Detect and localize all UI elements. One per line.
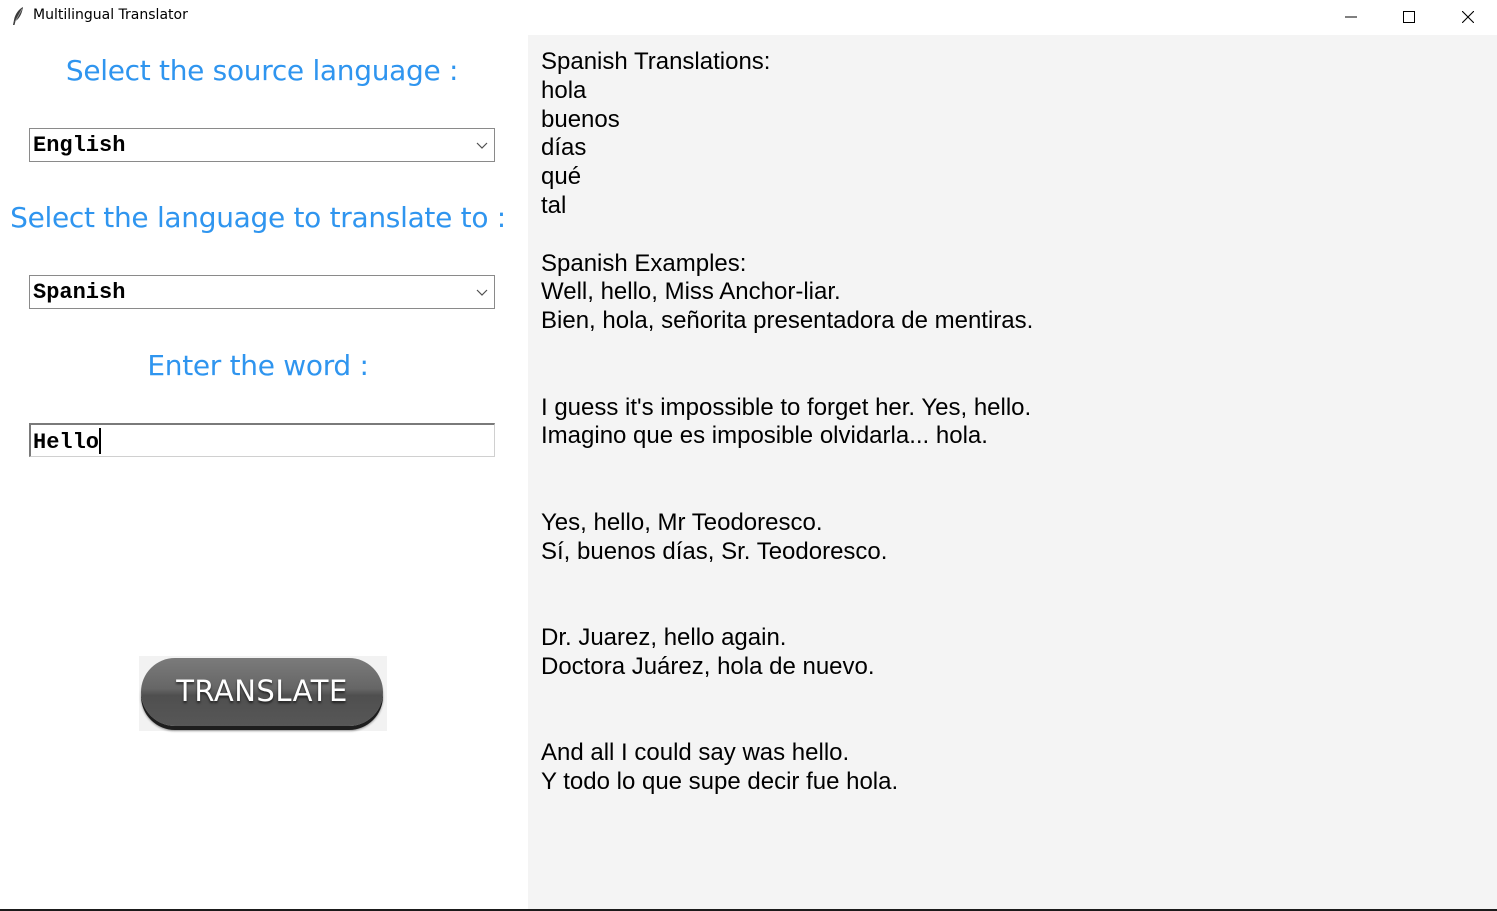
word-input-value: Hello	[33, 428, 102, 455]
source-language-select[interactable]: English	[29, 128, 495, 162]
close-icon	[1462, 10, 1474, 23]
word-input[interactable]: Hello	[29, 423, 495, 457]
chevron-down-icon[interactable]	[476, 140, 488, 150]
target-language-label: Select the language to translate to :	[10, 201, 506, 234]
word-text: Hello	[33, 430, 100, 455]
translate-button[interactable]: TRANSLATE	[141, 658, 383, 726]
translation-output: Spanish Translations: hola buenos días q…	[541, 48, 1034, 795]
feather-icon	[13, 7, 23, 25]
source-language-value: English	[33, 133, 126, 158]
minimize-button[interactable]	[1322, 0, 1380, 33]
output-text-area[interactable]: Spanish Translations: hola buenos días q…	[528, 35, 1497, 909]
app-window: Multilingual Translator Select the sourc…	[0, 0, 1497, 911]
minimize-icon	[1345, 16, 1357, 17]
input-panel: Select the source language : English Sel…	[0, 35, 528, 911]
target-language-value: Spanish	[33, 280, 126, 305]
maximize-button[interactable]	[1380, 0, 1438, 33]
translate-button-frame: TRANSLATE	[139, 656, 387, 731]
close-button[interactable]	[1439, 0, 1497, 33]
title-bar[interactable]: Multilingual Translator	[0, 0, 1497, 33]
target-language-select[interactable]: Spanish	[29, 275, 495, 309]
word-label: Enter the word :	[147, 349, 369, 382]
chevron-down-icon[interactable]	[476, 287, 488, 297]
maximize-icon	[1403, 10, 1415, 23]
text-caret	[99, 428, 102, 454]
window-title: Multilingual Translator	[33, 7, 188, 23]
translate-button-label: TRANSLATE	[176, 674, 348, 708]
source-language-label: Select the source language :	[65, 54, 459, 87]
